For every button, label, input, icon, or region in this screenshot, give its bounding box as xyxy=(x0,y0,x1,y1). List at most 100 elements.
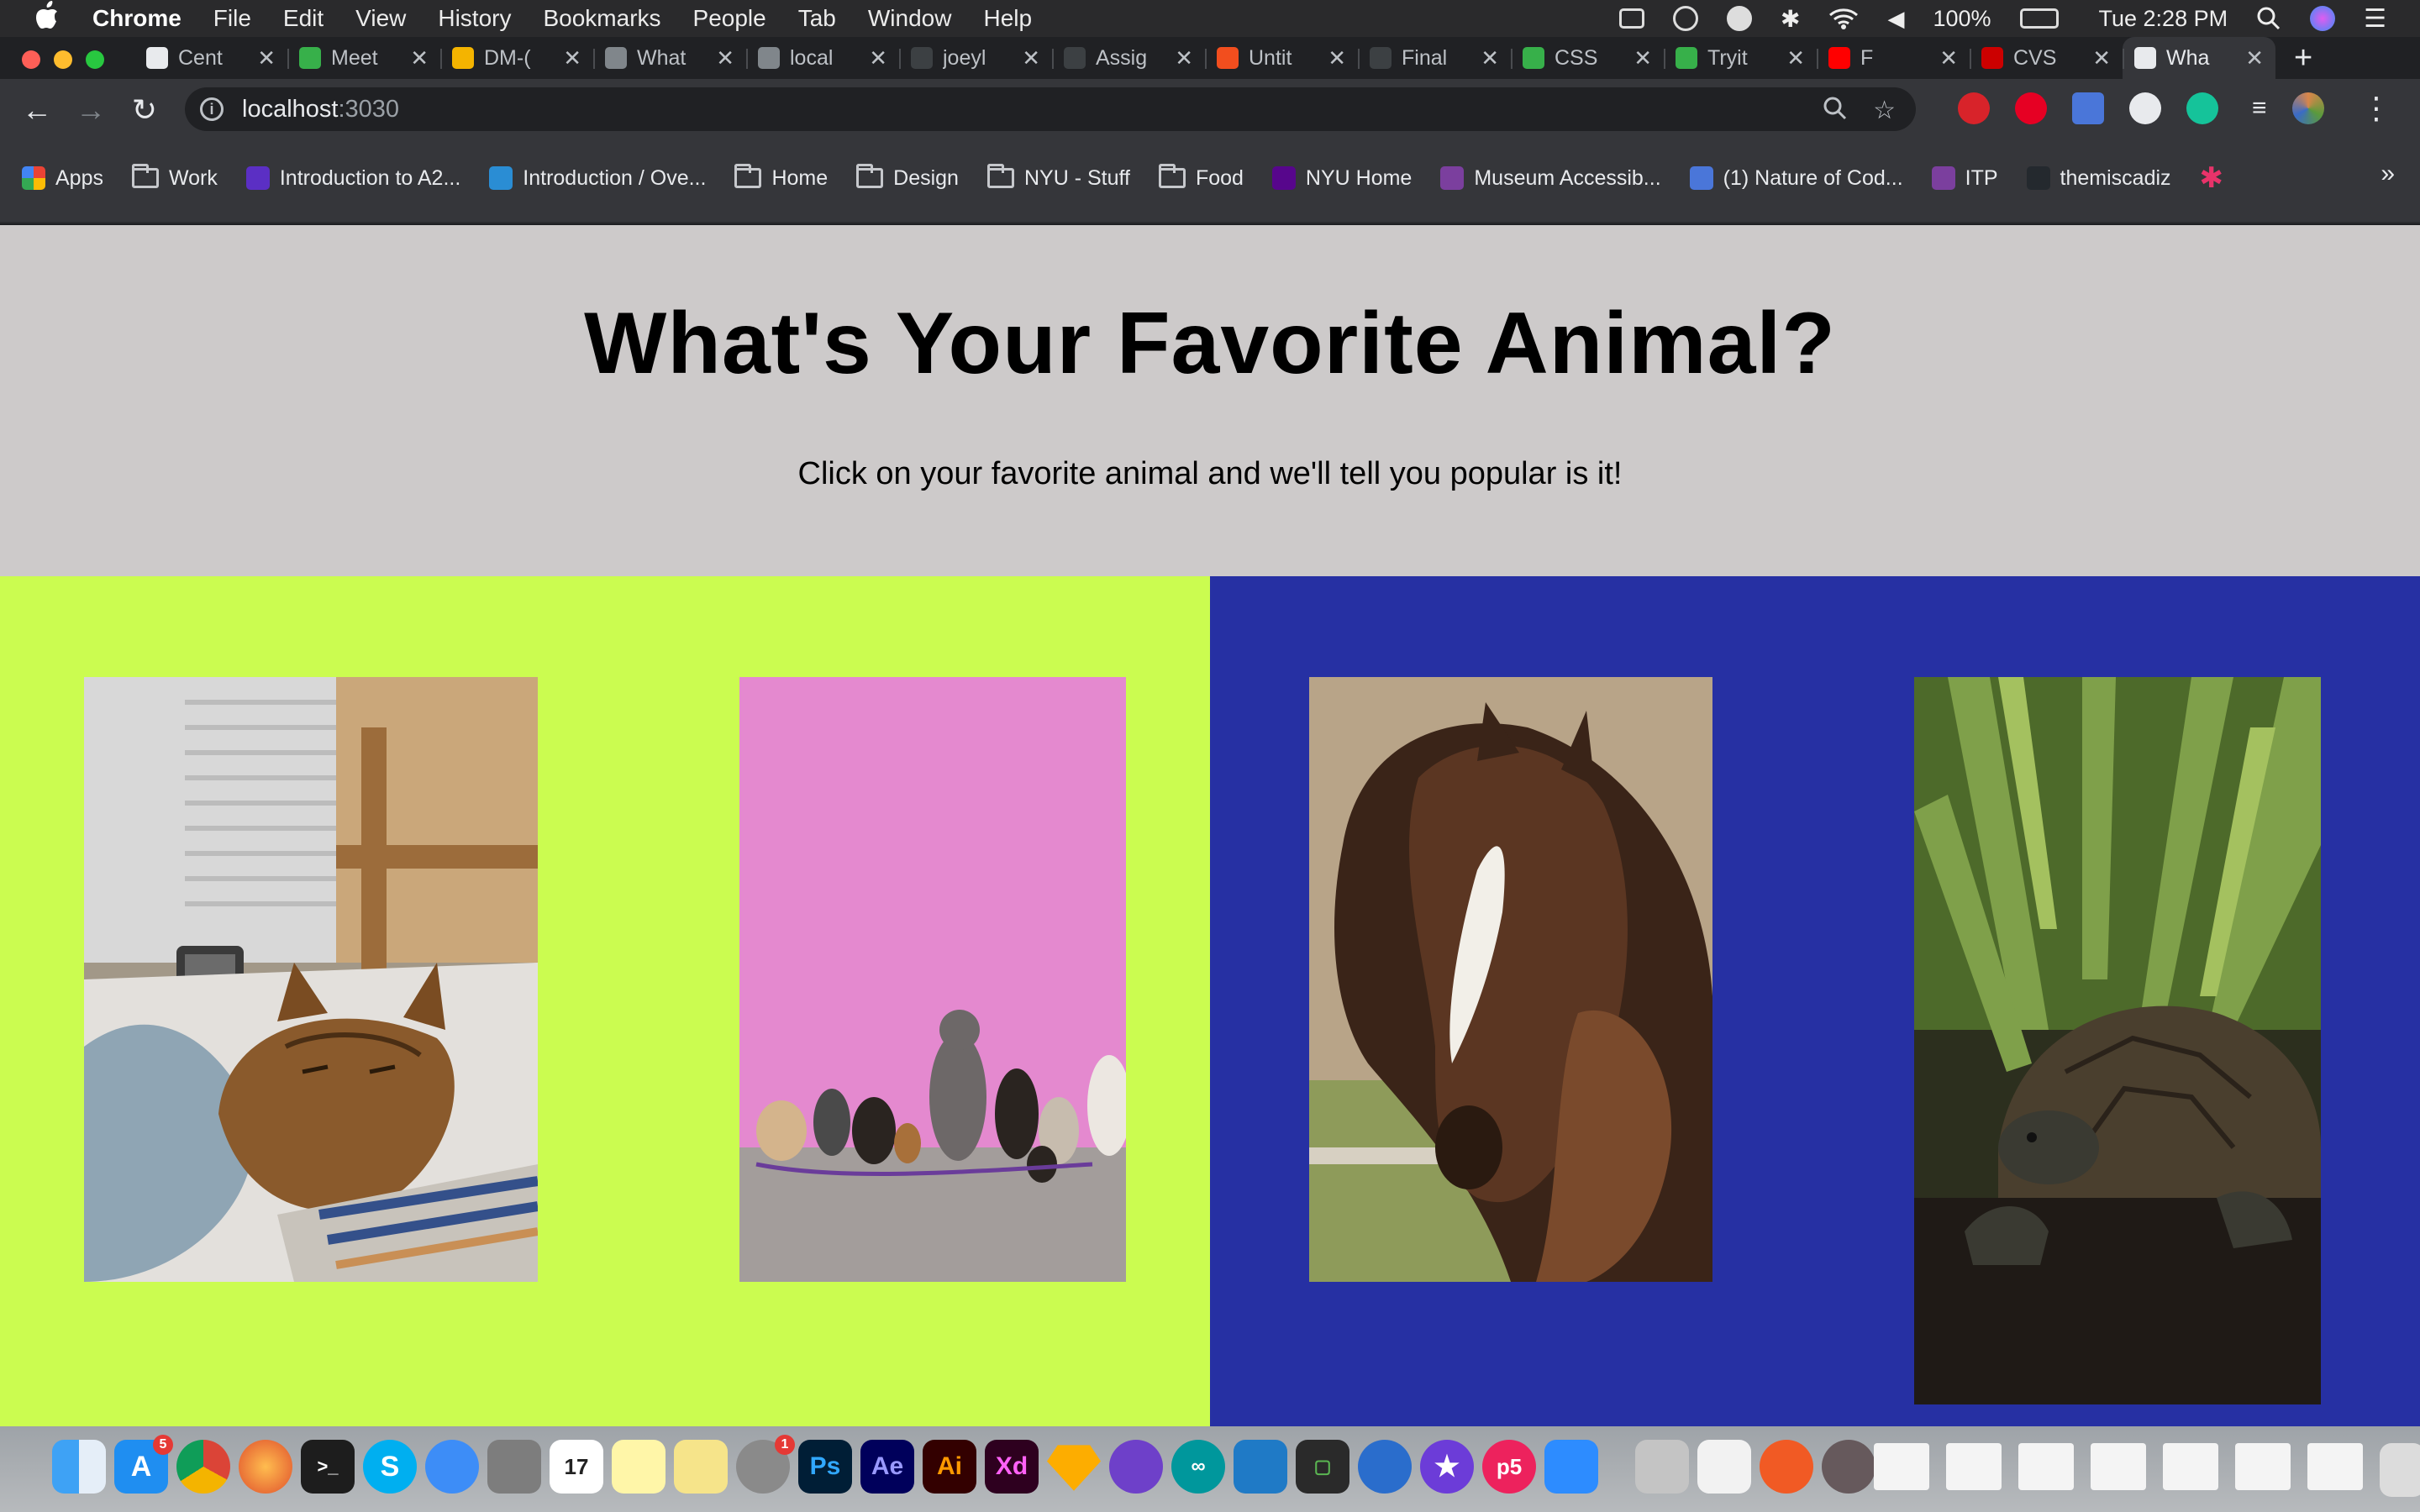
textedit-icon[interactable] xyxy=(1697,1440,1751,1494)
close-tab-icon[interactable]: ✕ xyxy=(1634,45,1652,71)
bookmark-folder[interactable]: Home xyxy=(734,164,828,191)
close-tab-icon[interactable]: ✕ xyxy=(2092,45,2111,71)
close-tab-icon[interactable]: ✕ xyxy=(2245,45,2264,71)
menu-people[interactable]: People xyxy=(693,5,766,32)
zoom-app-icon[interactable] xyxy=(1544,1440,1598,1494)
calendar-icon[interactable]: 17 xyxy=(550,1440,603,1494)
chrome-menu-icon[interactable]: ⋮ xyxy=(2361,91,2391,126)
asterisk-bookmark-icon[interactable]: ✱ xyxy=(2200,161,2224,195)
chrome-icon[interactable] xyxy=(176,1440,230,1494)
browser-tab[interactable]: joeyl ✕ xyxy=(899,37,1052,79)
cat-photo[interactable] xyxy=(84,677,538,1282)
browser-tab[interactable]: Cent ✕ xyxy=(134,37,287,79)
close-tab-icon[interactable]: ✕ xyxy=(1939,45,1958,71)
dock-window-thumbnail[interactable] xyxy=(2018,1443,2074,1490)
adblock-plus-icon[interactable] xyxy=(1958,92,1990,124)
address-bar[interactable]: i localhost:3030 ☆ xyxy=(185,87,1916,131)
finder-icon[interactable] xyxy=(52,1440,106,1494)
browser-tab[interactable]: Assig ✕ xyxy=(1052,37,1205,79)
dock-window-thumbnail[interactable] xyxy=(2091,1443,2146,1490)
wifi-icon[interactable] xyxy=(1828,7,1859,30)
bookmark-folder[interactable]: Design xyxy=(856,164,959,191)
dock-window-thumbnail[interactable] xyxy=(2307,1443,2363,1490)
more-bookmarks-chevron-icon[interactable]: » xyxy=(2381,160,2395,188)
media-control-icon[interactable]: ≡ xyxy=(2252,94,2267,123)
app-store-icon[interactable]: A5 xyxy=(114,1435,173,1494)
trash-icon[interactable] xyxy=(2380,1443,2420,1497)
github-desktop-icon[interactable] xyxy=(1109,1440,1163,1494)
bluetooth-icon[interactable]: ✱ xyxy=(1781,5,1800,33)
menu-file[interactable]: File xyxy=(213,5,251,32)
new-tab-button[interactable]: + xyxy=(2294,40,2312,76)
apple-menu-icon[interactable] xyxy=(30,0,64,37)
forward-button[interactable]: → xyxy=(74,92,108,128)
bookmark-folder[interactable]: NYU - Stuff xyxy=(986,164,1130,191)
messages-icon[interactable] xyxy=(425,1440,479,1494)
after-effects-icon[interactable]: Ae xyxy=(860,1440,914,1494)
sketch-icon[interactable] xyxy=(1047,1445,1101,1491)
tortoise-photo[interactable] xyxy=(1914,677,2321,1404)
browser-tab[interactable]: F ✕ xyxy=(1817,37,1970,79)
close-tab-icon[interactable]: ✕ xyxy=(1328,45,1346,71)
dogs-photo[interactable] xyxy=(739,677,1126,1282)
minimize-window-button[interactable] xyxy=(54,50,72,69)
stickies-icon[interactable] xyxy=(674,1440,728,1494)
vscode-icon[interactable] xyxy=(1234,1440,1287,1494)
sketchbook-icon[interactable] xyxy=(1760,1440,1813,1494)
dock-window-thumbnail[interactable] xyxy=(2163,1443,2218,1490)
close-tab-icon[interactable]: ✕ xyxy=(1481,45,1499,71)
bookmark-item[interactable]: Apps xyxy=(22,166,103,191)
grammarly-icon[interactable] xyxy=(2186,92,2218,124)
bookmark-item[interactable]: Introduction to A2... xyxy=(245,166,460,191)
back-button[interactable]: ← xyxy=(20,92,54,128)
illustrator-icon[interactable]: Ai xyxy=(923,1440,976,1494)
clock[interactable]: Tue 2:28 PM xyxy=(2099,6,2228,32)
siri-icon[interactable] xyxy=(2310,6,2336,31)
checkmark-app-icon[interactable] xyxy=(1726,6,1752,31)
calculator-icon[interactable] xyxy=(487,1440,541,1494)
extension-badge-icon[interactable] xyxy=(2072,92,2104,124)
close-tab-icon[interactable]: ✕ xyxy=(563,45,581,71)
reload-button[interactable]: ↻ xyxy=(128,92,161,128)
bookmark-item[interactable]: Introduction / Ove... xyxy=(489,166,706,191)
battery-icon[interactable] xyxy=(2019,8,2059,29)
browser-tab[interactable]: local ✕ xyxy=(746,37,899,79)
dock-window-thumbnail[interactable] xyxy=(1946,1443,2002,1490)
spotlight-search-icon[interactable] xyxy=(2256,6,2281,31)
zoom-window-button[interactable] xyxy=(86,50,104,69)
system-preferences-icon[interactable]: 1 xyxy=(736,1435,795,1494)
p5js-icon[interactable]: p5 xyxy=(1482,1440,1536,1494)
extension-circle-icon[interactable] xyxy=(2129,92,2161,124)
site-info-icon[interactable]: i xyxy=(200,97,224,121)
menu-view[interactable]: View xyxy=(355,5,406,32)
browser-tab[interactable]: Meet ✕ xyxy=(287,37,440,79)
browser-tab[interactable]: What ✕ xyxy=(593,37,746,79)
menu-history[interactable]: History xyxy=(438,5,511,32)
browser-tab[interactable]: CVS ✕ xyxy=(1970,37,2123,79)
profile-avatar[interactable] xyxy=(2291,92,2324,124)
dock-window-thumbnail[interactable] xyxy=(1874,1443,1929,1490)
bookmark-item[interactable]: ITP xyxy=(1931,166,1998,191)
close-tab-icon[interactable]: ✕ xyxy=(1022,45,1040,71)
imovie-icon[interactable]: ★ xyxy=(1420,1440,1474,1494)
browser-tab[interactable]: Final ✕ xyxy=(1358,37,1511,79)
firefox-icon[interactable] xyxy=(239,1440,292,1494)
volume-icon[interactable]: ◀ xyxy=(1887,6,1904,32)
close-tab-icon[interactable]: ✕ xyxy=(410,45,429,71)
close-tab-icon[interactable]: ✕ xyxy=(257,45,276,71)
processing-icon[interactable]: ▢ xyxy=(1296,1440,1349,1494)
adobe-xd-icon[interactable]: Xd xyxy=(985,1440,1039,1494)
creative-cloud-icon[interactable] xyxy=(1672,6,1698,31)
notes-icon[interactable] xyxy=(612,1440,666,1494)
bookmark-item[interactable]: Museum Accessib... xyxy=(1440,166,1661,191)
photoshop-icon[interactable]: Ps xyxy=(798,1440,852,1494)
close-window-button[interactable] xyxy=(22,50,40,69)
menu-app-name[interactable]: Chrome xyxy=(92,5,182,32)
bookmark-item[interactable]: NYU Home xyxy=(1271,166,1412,191)
menu-edit[interactable]: Edit xyxy=(283,5,324,32)
zoom-icon[interactable] xyxy=(1823,96,1848,121)
preview-icon[interactable] xyxy=(1635,1440,1689,1494)
menu-bookmarks[interactable]: Bookmarks xyxy=(543,5,660,32)
arduino-icon[interactable]: ∞ xyxy=(1171,1440,1225,1494)
browser-tab[interactable]: Wha ✕ xyxy=(2123,37,2275,79)
